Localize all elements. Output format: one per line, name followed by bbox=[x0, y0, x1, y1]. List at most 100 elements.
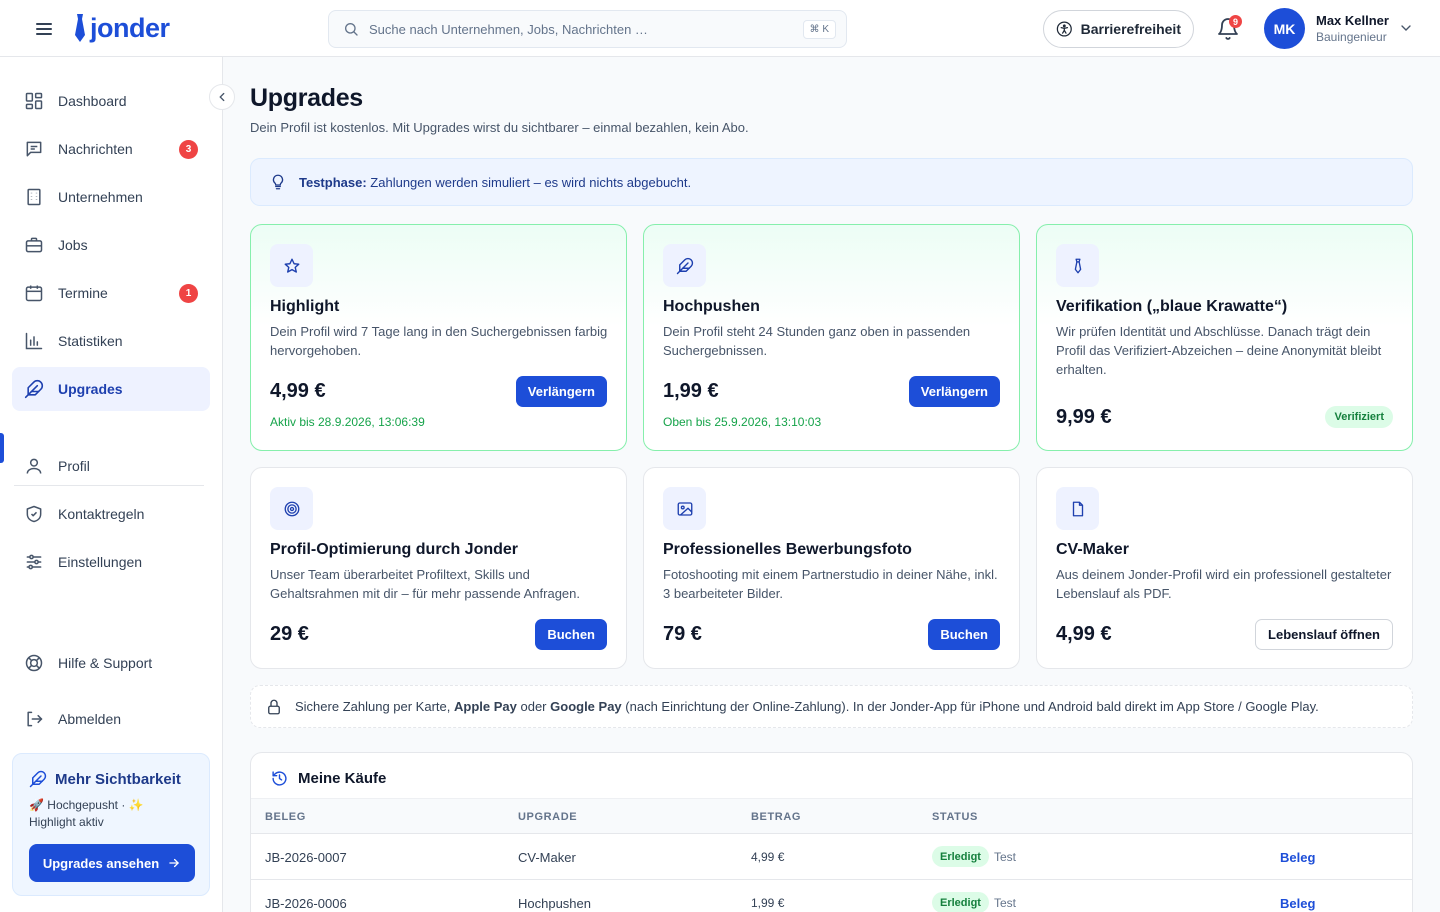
upgrade-card-photo: Professionelles Bewerbungsfoto Fotoshoot… bbox=[643, 467, 1020, 669]
apple-pay-label: Apple Pay bbox=[454, 699, 517, 714]
history-icon bbox=[272, 771, 287, 786]
active-status: Oben bis 25.9.2026, 13:10:03 bbox=[663, 415, 822, 429]
card-price: 9,99 € bbox=[1056, 406, 1112, 428]
menu-icon[interactable] bbox=[32, 17, 56, 41]
star-icon bbox=[270, 244, 313, 287]
tie-logo-icon bbox=[75, 14, 85, 42]
avatar[interactable]: MK bbox=[1264, 8, 1305, 49]
search-input[interactable]: Suche nach Unternehmen, Jobs, Nachrichte… bbox=[369, 22, 803, 37]
sidebar-item-label: Statistiken bbox=[58, 333, 123, 349]
extend-button[interactable]: Verlängern bbox=[908, 376, 1000, 407]
table-header: BELEG UPGRADE BETRAG STATUS bbox=[251, 798, 1412, 834]
upgrade-name: CV-Maker bbox=[518, 850, 576, 865]
card-description: Dein Profil wird 7 Tage lang in den Such… bbox=[270, 324, 608, 358]
card-title: Highlight bbox=[270, 298, 340, 315]
building-icon bbox=[27, 188, 41, 206]
target-icon bbox=[270, 487, 313, 530]
purchases-panel: Meine Käufe BELEG UPGRADE BETRAG STATUS … bbox=[250, 752, 1413, 912]
promo-title: Mehr Sichtbarkeit bbox=[55, 770, 181, 788]
view-upgrades-button[interactable]: Upgrades ansehen bbox=[29, 844, 195, 882]
lifebuoy-icon bbox=[25, 654, 43, 672]
sidebar-item-settings[interactable]: Einstellungen bbox=[12, 540, 210, 584]
user-name[interactable]: Max Kellner bbox=[1316, 13, 1389, 28]
chevron-down-icon[interactable] bbox=[1398, 20, 1414, 36]
sidebar-item-contact-rules[interactable]: Kontaktregeln bbox=[12, 492, 210, 536]
sidebar-item-jobs[interactable]: Jobs bbox=[12, 223, 210, 267]
card-price: 4,99 € bbox=[270, 380, 326, 402]
book-button[interactable]: Buchen bbox=[928, 619, 1000, 650]
card-description: Wir prüfen Identität und Abschlüsse. Dan… bbox=[1056, 324, 1382, 377]
active-indicator bbox=[0, 433, 4, 463]
sidebar-item-label: Jobs bbox=[58, 237, 88, 253]
page-subtitle: Dein Profil ist kostenlos. Mit Upgrades … bbox=[250, 120, 749, 135]
sidebar-item-label: Einstellungen bbox=[58, 554, 143, 570]
sidebar-item-label: Kontaktregeln bbox=[58, 506, 145, 522]
unread-badge: 1 bbox=[179, 284, 198, 303]
sidebar-item-label: Upgrades bbox=[58, 381, 123, 397]
receipt-link[interactable]: Beleg bbox=[1280, 850, 1315, 865]
upgrade-card-verification: Verifikation („blaue Krawatte“) Wir prüf… bbox=[1036, 224, 1413, 451]
sidebar-item-appointments[interactable]: Termine 1 bbox=[12, 271, 210, 315]
sidebar-item-label: Dashboard bbox=[58, 93, 127, 109]
sidebar-item-label: Profil bbox=[58, 458, 90, 474]
open-cv-button[interactable]: Lebenslauf öffnen bbox=[1255, 619, 1393, 650]
status-badge: Erledigt bbox=[932, 846, 989, 867]
visibility-promo: Mehr Sichtbarkeit 🚀 Hochgepusht · ✨ High… bbox=[12, 753, 210, 896]
collapse-sidebar-button[interactable] bbox=[209, 84, 235, 110]
extend-button[interactable]: Verlängern bbox=[515, 376, 607, 407]
sidebar-item-messages[interactable]: Nachrichten 3 bbox=[12, 127, 210, 171]
page-title: Upgrades bbox=[250, 84, 363, 112]
chart-icon bbox=[25, 332, 43, 350]
feather-icon bbox=[24, 379, 44, 399]
column-header: BELEG bbox=[265, 811, 306, 823]
calendar-icon bbox=[25, 285, 43, 302]
card-price: 29 € bbox=[270, 623, 309, 645]
amount: 1,99 € bbox=[751, 896, 785, 910]
jonder-logo[interactable]: jonder bbox=[72, 12, 170, 44]
card-title: CV-Maker bbox=[1056, 541, 1129, 558]
notification-badge: 9 bbox=[1229, 15, 1242, 28]
receipt-id: JB-2026-0007 bbox=[265, 850, 347, 865]
active-status: Aktiv bis 28.9.2026, 13:06:39 bbox=[270, 415, 425, 429]
top-header: jonder Suche nach Unternehmen, Jobs, Nac… bbox=[0, 0, 1440, 57]
secure-text-1: Sichere Zahlung per Karte, bbox=[295, 699, 451, 714]
tie-icon bbox=[1056, 244, 1099, 287]
sidebar-item-help[interactable]: Hilfe & Support bbox=[12, 641, 210, 685]
secure-text-2: oder bbox=[520, 699, 547, 714]
sidebar-item-label: Unternehmen bbox=[58, 189, 143, 205]
card-title: Verifikation („blaue Krawatte“) bbox=[1056, 298, 1288, 315]
book-button[interactable]: Buchen bbox=[535, 619, 607, 650]
chevron-left-icon bbox=[219, 92, 225, 102]
sidebar-item-statistics[interactable]: Statistiken bbox=[12, 319, 210, 363]
sidebar-item-label: Nachrichten bbox=[58, 141, 133, 157]
receipt-link[interactable]: Beleg bbox=[1280, 896, 1315, 911]
sidebar-item-dashboard[interactable]: Dashboard bbox=[12, 79, 210, 123]
google-pay-label: Google Pay bbox=[550, 699, 622, 714]
search-bar[interactable]: Suche nach Unternehmen, Jobs, Nachrichte… bbox=[328, 10, 847, 48]
card-price: 79 € bbox=[663, 623, 702, 645]
card-description: Unser Team überarbeitet Profiltext, Skil… bbox=[270, 567, 580, 601]
sidebar-item-companies[interactable]: Unternehmen bbox=[12, 175, 210, 219]
dashboard-icon bbox=[25, 92, 43, 110]
message-icon bbox=[26, 141, 42, 157]
column-header: UPGRADE bbox=[518, 811, 578, 823]
upgrade-card-cv-maker: CV-Maker Aus deinem Jonder-Profil wird e… bbox=[1036, 467, 1413, 669]
accessibility-button[interactable]: Barrierefreiheit bbox=[1043, 10, 1194, 48]
image-icon bbox=[663, 487, 706, 530]
notice-bold: Testphase: bbox=[299, 174, 367, 190]
sidebar-item-upgrades[interactable]: Upgrades bbox=[12, 367, 210, 411]
status-note: Test bbox=[994, 896, 1017, 910]
column-header: STATUS bbox=[932, 811, 978, 823]
sidebar-item-label: Abmelden bbox=[58, 711, 122, 727]
feather-icon bbox=[29, 770, 47, 788]
file-icon bbox=[1056, 487, 1099, 530]
user-role: Bauingenieur bbox=[1316, 30, 1387, 44]
shield-icon bbox=[26, 505, 42, 523]
verified-badge: Verifiziert bbox=[1325, 406, 1393, 428]
logout-icon bbox=[27, 711, 43, 727]
sidebar-item-profile[interactable]: Profil bbox=[12, 444, 210, 488]
search-shortcut: ⌘ K bbox=[802, 19, 836, 39]
sidebar-item-logout[interactable]: Abmelden bbox=[12, 697, 210, 741]
notice-text: Zahlungen werden simuliert – es wird nic… bbox=[370, 174, 692, 190]
card-title: Hochpushen bbox=[663, 298, 760, 315]
